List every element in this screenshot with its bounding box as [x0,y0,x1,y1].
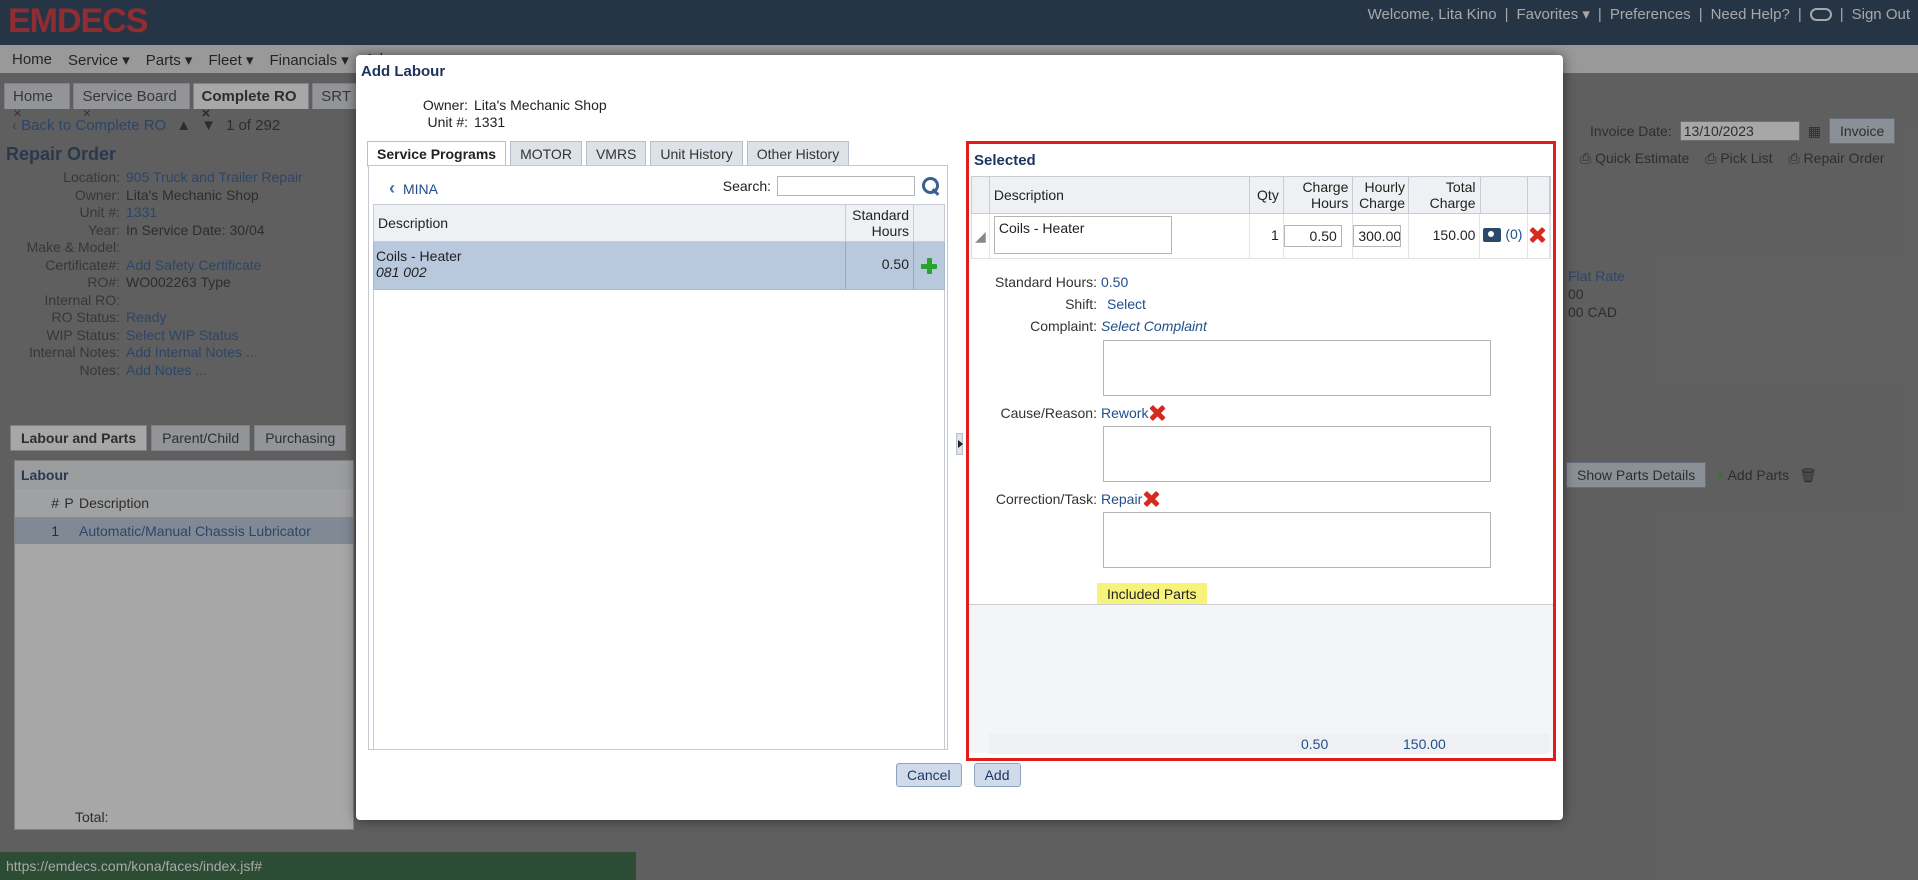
service-programs-panel: ‹ MINA Search: Description Standard Hour… [368,165,948,750]
camera-icon[interactable] [1483,228,1502,243]
add-labour-dialog: Add Labour Owner: Lita's Mechanic Shop Un… [356,55,1563,820]
correction-link[interactable]: Repair [1101,491,1142,507]
total-hours: 0.50 [1301,736,1329,752]
selected-header: Description Qty Charge Hours Hourly Char… [971,176,1551,214]
shift-select[interactable]: Select [1101,296,1146,312]
program-list: Description Standard Hours Coils - Heate… [373,204,945,750]
collapse-handle[interactable] [956,433,963,455]
search-row: Search: [723,176,941,196]
tab-motor[interactable]: MOTOR [510,141,582,167]
selected-empty-area [969,605,1553,753]
std-hours-label: Standard Hours: [995,274,1097,290]
search-label: Search: [722,178,771,194]
total-charge-value: 150.00 [1409,214,1481,258]
col-standard-hours: Standard Hours [846,205,914,241]
add-icon[interactable] [920,257,938,275]
charge-hours-input[interactable]: 0.50 [1283,225,1342,247]
tab-unit-history[interactable]: Unit History [650,141,743,167]
dialog-buttons: Cancel Add [896,763,1021,787]
complaint-textarea[interactable] [1103,340,1491,396]
source-tabs: Service Programs MOTOR VMRS Unit History… [367,141,850,167]
owner-value: Lita's Mechanic Shop [474,97,607,113]
cancel-button[interactable]: Cancel [896,763,962,787]
remove-correction-icon[interactable] [1142,490,1160,508]
cause-link[interactable]: Rework [1101,405,1148,421]
table-row[interactable]: Coils - Heater 081 002 0.50 [373,242,945,290]
std-hours-value: 0.50 [1101,274,1129,290]
col-hourly-charge: Hourly Charge [1353,177,1409,213]
correction-textarea[interactable] [1103,512,1491,568]
remove-icon[interactable] [1528,226,1546,244]
add-button[interactable]: Add [973,763,1021,787]
selected-panel: Selected Description Qty Charge Hours Ho… [966,141,1556,761]
program-hours: 0.50 [846,242,914,289]
cause-label: Cause/Reason: [1000,405,1097,421]
selected-totals: 0.50 150.00 [989,734,1549,754]
program-list-header: Description Standard Hours [373,204,945,242]
mina-back[interactable]: ‹ MINA [389,178,438,199]
col-description: Description [990,177,1251,213]
tab-service-programs[interactable]: Service Programs [367,141,507,167]
correction-label: Correction/Task: [995,491,1097,507]
total-charge: 150.00 [1403,736,1446,752]
complaint-label: Complaint: [1030,318,1097,334]
expand-icon[interactable]: ◢ [972,214,990,258]
col-charge-hours: Charge Hours [1284,177,1354,213]
program-desc: Coils - Heater [376,248,462,264]
photo-count[interactable]: (0) [1505,226,1522,242]
dialog-title: Add Labour [361,63,446,80]
remove-cause-icon[interactable] [1148,404,1166,422]
select-complaint-link[interactable]: Select Complaint [1101,318,1207,334]
tab-other-history[interactable]: Other History [746,141,850,167]
col-description: Description [374,205,846,241]
hourly-charge-input[interactable]: 300.00 [1353,225,1402,247]
included-parts-button[interactable]: Included Parts [1097,583,1207,605]
table-row[interactable]: ◢ Coils - Heater 1 0.50 300.00 150.00 (0… [971,214,1551,259]
unit-value: 1331 [474,114,506,130]
cause-textarea[interactable] [1103,426,1491,482]
chevron-left-icon: ‹ [389,178,395,198]
program-list-body [373,290,945,750]
search-icon[interactable] [921,176,941,196]
search-input[interactable] [777,176,915,196]
selected-title: Selected [974,152,1036,169]
labour-description-input[interactable]: Coils - Heater [993,216,1172,254]
mina-link[interactable]: MINA [403,181,438,197]
qty-value: 1 [1250,214,1284,258]
shift-label: Shift: [1065,296,1097,312]
col-qty: Qty [1250,177,1284,213]
tab-vmrs[interactable]: VMRS [585,141,647,167]
col-total-charge: Total Charge [1409,177,1481,213]
program-code: 081 002 [376,264,427,280]
selected-table: Description Qty Charge Hours Hourly Char… [971,176,1551,259]
owner-block: Owner: Lita's Mechanic Shop Unit #: 1331 [422,97,607,130]
